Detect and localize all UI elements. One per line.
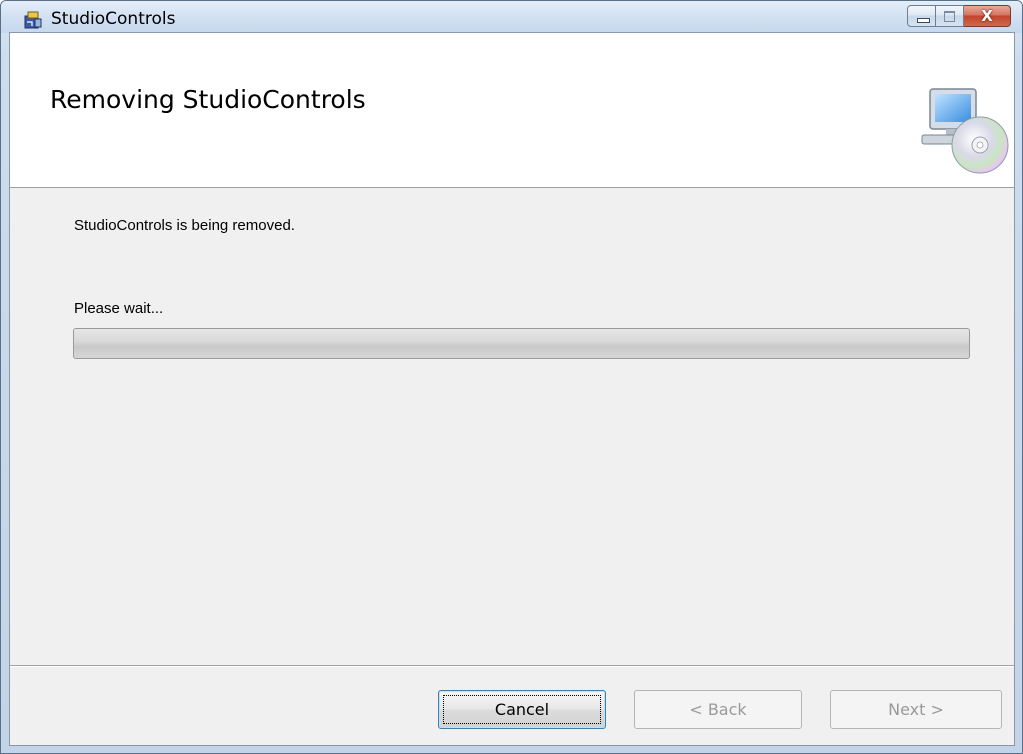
next-button-label: Next > bbox=[888, 700, 944, 719]
maximize-icon bbox=[944, 11, 955, 22]
status-message: StudioControls is being removed. bbox=[74, 217, 295, 234]
computer-disc-icon bbox=[921, 88, 1009, 174]
next-button[interactable]: Next > bbox=[830, 690, 1002, 729]
installer-window: StudioControls X Removing StudioControls bbox=[0, 0, 1023, 754]
window-title: StudioControls bbox=[51, 9, 176, 29]
title-bar[interactable]: StudioControls X bbox=[1, 1, 1022, 33]
maximize-button[interactable] bbox=[936, 5, 964, 27]
minimize-icon bbox=[917, 18, 930, 23]
header-banner: Removing StudioControls bbox=[10, 33, 1014, 188]
close-icon: X bbox=[981, 7, 993, 25]
page-title: Removing StudioControls bbox=[50, 85, 366, 114]
back-button-label: < Back bbox=[689, 700, 747, 719]
minimize-button[interactable] bbox=[907, 5, 936, 27]
close-button[interactable]: X bbox=[964, 5, 1011, 27]
removal-progress-bar bbox=[73, 328, 970, 359]
focus-rectangle bbox=[443, 695, 601, 724]
back-button[interactable]: < Back bbox=[634, 690, 802, 729]
footer-divider bbox=[10, 665, 1014, 667]
cancel-button[interactable]: Cancel bbox=[438, 690, 606, 729]
caption-buttons: X bbox=[907, 5, 1011, 27]
wait-label: Please wait... bbox=[74, 300, 164, 317]
dialog-client-area: Removing StudioControls StudioControls i… bbox=[9, 32, 1015, 746]
installer-package-icon bbox=[24, 11, 42, 29]
